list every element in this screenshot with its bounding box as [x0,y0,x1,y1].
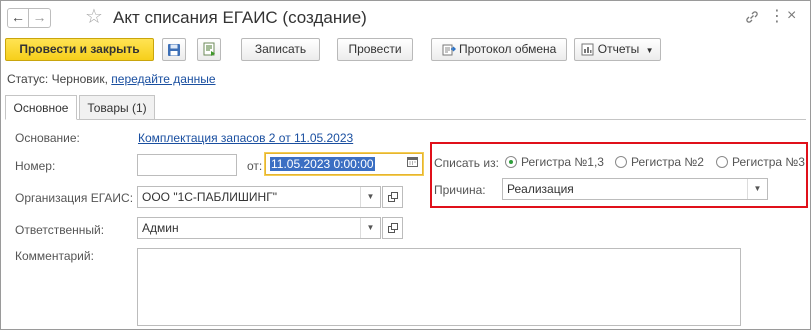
chevron-down-icon: ▼ [645,46,654,55]
responsible-value: Админ [142,221,179,235]
comment-label: Комментарий: [15,249,94,263]
reports-button[interactable]: Отчеты ▼ [574,38,661,61]
org-value: ООО "1С-ПАБЛИШИНГ" [142,190,277,204]
more-icon[interactable]: ⋮ [769,6,785,26]
tab-main[interactable]: Основное [5,95,77,120]
forward-button[interactable]: → [29,8,51,28]
transfer-data-link[interactable]: передайте данные [111,72,215,86]
chevron-down-icon[interactable]: ▼ [360,218,380,238]
reports-label: Отчеты [597,42,640,56]
date-input[interactable]: 11.05.2023 0:00:00 [265,153,423,175]
save-button[interactable] [162,38,186,61]
tab-divider [5,119,806,120]
exchange-protocol-icon [442,44,456,56]
arrow-right-icon: → [32,9,47,25]
basis-link[interactable]: Комплектация запасов 2 от 11.05.2023 [138,131,353,145]
document-report-icon [203,42,215,57]
back-button[interactable]: ← [7,8,29,28]
calendar-icon[interactable] [402,154,422,174]
post-and-close-button[interactable]: Провести и закрыть [5,38,154,61]
date-value: 11.05.2023 0:00:00 [270,157,375,171]
number-label: Номер: [15,159,56,173]
org-select[interactable]: ООО "1С-ПАБЛИШИНГ" ▼ [137,186,381,208]
write-button[interactable]: Записать [241,38,320,61]
close-icon[interactable]: × [787,7,796,25]
org-open-button[interactable] [382,186,403,208]
favorite-star-icon[interactable]: ☆ [85,5,103,29]
responsible-open-button[interactable] [382,217,403,239]
responsible-label: Ответственный: [15,223,105,237]
tab-goods[interactable]: Товары (1) [79,95,155,120]
chevron-down-icon[interactable]: ▼ [360,187,380,207]
comment-textarea[interactable] [137,248,741,326]
basis-label: Основание: [15,131,80,145]
post-button[interactable]: Провести [337,38,413,61]
status-line: Статус: Черновик, передайте данные [7,72,216,86]
floppy-disk-icon [168,43,180,56]
date-label: от: [247,159,263,173]
arrow-left-icon: ← [11,9,25,25]
exchange-protocol-label: Протокол обмена [458,42,557,56]
org-label: Организация ЕГАИС: [15,191,134,205]
status-value: Черновик, [51,72,108,86]
open-form-icon [387,192,398,202]
highlight-frame [430,142,808,208]
page-title: Акт списания ЕГАИС (создание) [113,8,367,27]
responsible-select[interactable]: Админ ▼ [137,217,381,239]
exchange-protocol-button[interactable]: Протокол обмена [431,38,567,61]
link-icon[interactable] [745,10,759,27]
status-label: Статус: [7,72,49,86]
open-form-icon [387,223,398,233]
document-report-button[interactable] [197,38,221,61]
document-window: ← → ☆ Акт списания ЕГАИС (создание) ⋮ × … [0,0,811,330]
reports-icon [581,43,594,56]
number-input[interactable] [137,154,237,176]
